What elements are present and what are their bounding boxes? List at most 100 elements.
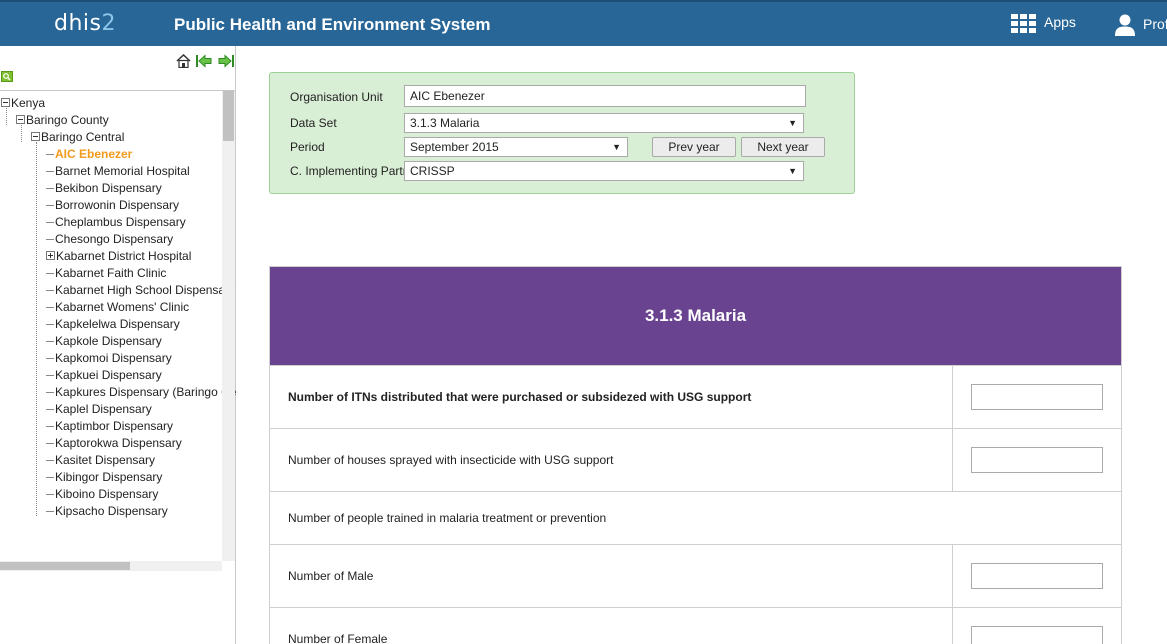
tree-node[interactable]: Kenya (1, 95, 45, 112)
value-input[interactable] (971, 447, 1103, 473)
data-element-row: Number of Male (270, 544, 1121, 607)
tree-node[interactable]: Kapkures Dispensary (Baringo Central) (46, 384, 236, 401)
horizontal-scroll-thumb[interactable] (0, 562, 130, 570)
dataset-title: 3.1.3 Malaria (270, 267, 1121, 365)
tree-node-label[interactable]: Kapkelelwa Dispensary (55, 317, 180, 331)
tree-horizontal-scrollbar[interactable] (0, 561, 222, 571)
org-unit-sidebar: Kenya Baringo County Baringo Central AIC Eb… (0, 46, 236, 644)
dropdown-arrow-icon: ▼ (788, 118, 797, 128)
value-input[interactable] (971, 626, 1103, 644)
tree-node-label[interactable]: AIC Ebenezer (55, 147, 132, 161)
tree-node[interactable]: Kapkuei Dispensary (46, 367, 162, 384)
tree-toolbar (176, 53, 235, 73)
tree-node[interactable]: Kiboino Dispensary (46, 486, 158, 503)
expand-arrow-icon[interactable] (218, 54, 234, 68)
tree-node-label[interactable]: Kaplel Dispensary (55, 402, 152, 416)
tree-node[interactable]: Baringo County (16, 112, 109, 129)
tree-connector (46, 222, 54, 224)
tree-node-label[interactable]: Kabarnet Womens' Clinic (55, 300, 189, 314)
value-input[interactable] (971, 384, 1103, 410)
tree-node[interactable]: Kabarnet District Hospital (46, 248, 191, 265)
tree-node[interactable]: Baringo Central (31, 129, 124, 146)
expand-node-icon[interactable] (46, 251, 55, 261)
tree-node[interactable]: Kabarnet Womens' Clinic (46, 299, 189, 316)
tree-node-label[interactable]: Baringo Central (41, 130, 124, 144)
tree-vertical-scrollbar[interactable] (222, 91, 235, 561)
tree-node[interactable]: Kapkelelwa Dispensary (46, 316, 180, 333)
data-entry-main: Organisation Unit AIC Ebenezer Data Set … (237, 46, 1167, 644)
tree-node[interactable]: Kabarnet Faith Clinic (46, 265, 166, 282)
data-element-section-row: Number of people trained in malaria trea… (270, 491, 1121, 544)
tree-node-label[interactable]: Kiboino Dispensary (55, 487, 158, 501)
tree-node[interactable]: Bekibon Dispensary (46, 180, 162, 197)
tree-connector (46, 409, 54, 411)
profile-menu-button[interactable]: Profile (1115, 14, 1167, 36)
apps-grid-icon (1011, 14, 1036, 33)
tree-node[interactable]: Barnet Memorial Hospital (46, 163, 190, 180)
org-unit-field[interactable]: AIC Ebenezer (404, 85, 806, 107)
tree-node-label[interactable]: Cheplambus Dispensary (55, 215, 186, 229)
tree-node-label[interactable]: Borrowonin Dispensary (55, 198, 179, 212)
tree-node[interactable]: Chesongo Dispensary (46, 231, 173, 248)
tree-node[interactable]: Kabarnet High School Dispensary (46, 282, 235, 299)
tree-node-label[interactable]: Kapkures Dispensary (Baringo Central) (55, 385, 236, 399)
collapse-node-icon[interactable] (31, 132, 40, 142)
value-cell (952, 366, 1122, 428)
tree-node[interactable]: Kapkole Dispensary (46, 333, 162, 350)
tree-node-label[interactable]: Baringo County (26, 113, 109, 127)
tree-node[interactable]: Kaptorokwa Dispensary (46, 435, 182, 452)
dropdown-arrow-icon: ▼ (788, 166, 797, 176)
home-icon[interactable] (176, 53, 191, 69)
prev-year-button[interactable]: Prev year (652, 137, 736, 157)
data-element-label: Number of people trained in malaria trea… (288, 511, 607, 525)
tree-node-label[interactable]: Bekibon Dispensary (55, 181, 162, 195)
collapse-arrow-icon[interactable] (196, 54, 212, 68)
tree-node[interactable]: Kipsacho Dispensary (46, 503, 168, 520)
tree-node[interactable]: Kasitet Dispensary (46, 452, 155, 469)
tree-node[interactable]: AIC Ebenezer (46, 146, 132, 163)
tree-node-label[interactable]: Kibingor Dispensary (55, 470, 162, 484)
tree-node-label[interactable]: Kabarnet Faith Clinic (55, 266, 166, 280)
vertical-scroll-thumb[interactable] (223, 91, 234, 141)
tree-node[interactable]: Cheplambus Dispensary (46, 214, 186, 231)
tree-node-label[interactable]: Kabarnet District Hospital (56, 249, 191, 263)
tree-search-button[interactable] (1, 71, 13, 82)
org-unit-tree: Kenya Baringo County Baringo Central AIC Eb… (0, 90, 236, 571)
value-input[interactable] (971, 563, 1103, 589)
data-element-label: Number of ITNs distributed that were pur… (288, 390, 752, 404)
tree-node-label[interactable]: Barnet Memorial Hospital (55, 164, 190, 178)
tree-node[interactable]: Kapkomoi Dispensary (46, 350, 172, 367)
next-year-button[interactable]: Next year (741, 137, 825, 157)
apps-label: Apps (1044, 14, 1076, 30)
tree-connector (46, 511, 54, 513)
tree-node[interactable]: Kibingor Dispensary (46, 469, 162, 486)
collapse-node-icon[interactable] (16, 115, 25, 125)
tree-node-label[interactable]: Kapkomoi Dispensary (55, 351, 172, 365)
dhis2-logo[interactable]: dhis2 (54, 11, 116, 36)
value-cell (952, 429, 1122, 491)
tree-node-label[interactable]: Kaptimbor Dispensary (55, 419, 173, 433)
tree-node-label[interactable]: Kabarnet High School Dispensary (55, 283, 235, 297)
tree-node-label[interactable]: Kasitet Dispensary (55, 453, 155, 467)
partner-select[interactable]: CRISSP ▼ (404, 161, 804, 181)
tree-connector (46, 460, 54, 462)
tree-connector (46, 358, 54, 360)
tree-node-label[interactable]: Kapkole Dispensary (55, 334, 162, 348)
tree-node[interactable]: Kaptimbor Dispensary (46, 418, 173, 435)
tree-connector (46, 290, 54, 292)
tree-guide-line (36, 142, 37, 516)
tree-node-label[interactable]: Chesongo Dispensary (55, 232, 173, 246)
tree-node-label[interactable]: Kaptorokwa Dispensary (55, 436, 182, 450)
tree-node-label[interactable]: Kenya (11, 96, 45, 110)
collapse-node-icon[interactable] (1, 98, 10, 108)
tree-connector (46, 477, 54, 479)
tree-node[interactable]: Kaplel Dispensary (46, 401, 152, 418)
tree-node-label[interactable]: Kipsacho Dispensary (55, 504, 168, 518)
period-value: September 2015 (410, 140, 499, 154)
data-set-select[interactable]: 3.1.3 Malaria ▼ (404, 113, 804, 133)
tree-node-label[interactable]: Kapkuei Dispensary (55, 368, 162, 382)
magnifier-icon (3, 73, 11, 81)
tree-node[interactable]: Borrowonin Dispensary (46, 197, 179, 214)
apps-menu-button[interactable]: Apps (1011, 14, 1076, 34)
period-select[interactable]: September 2015 ▼ (404, 137, 628, 157)
